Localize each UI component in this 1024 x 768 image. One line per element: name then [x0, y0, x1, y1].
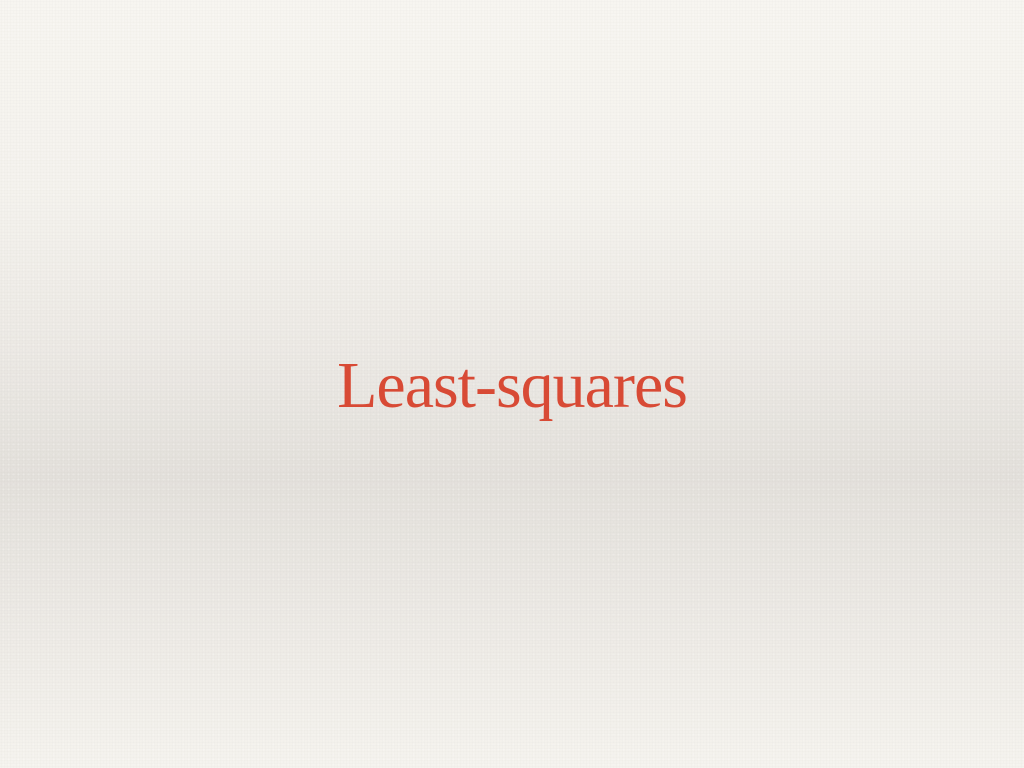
slide-title: Least-squares	[337, 349, 688, 422]
slide: Least-squares	[0, 0, 1024, 768]
